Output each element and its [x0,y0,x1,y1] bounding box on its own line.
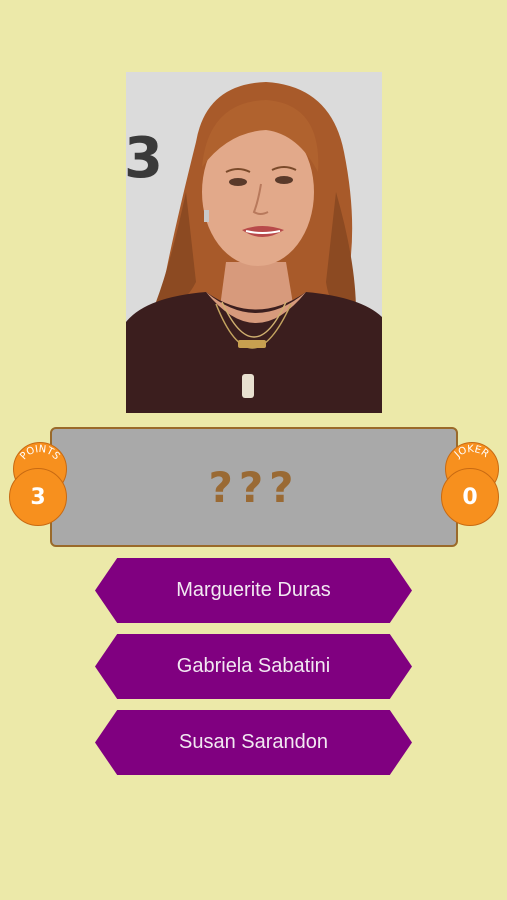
answer-button[interactable]: Gabriela Sabatini [95,634,412,699]
svg-text:3: 3 [126,126,163,191]
points-value: 3 [9,468,67,526]
question-panel: ??? [50,427,458,547]
mystery-text: ??? [208,462,300,512]
celebrity-photo: 3 [126,72,382,413]
svg-text:JOKER: JOKER [452,444,491,461]
answer-button[interactable]: Susan Sarandon [95,710,412,775]
points-label: POINTS [18,444,61,462]
svg-text:POINTS: POINTS [18,444,61,462]
joker-label: JOKER [452,444,491,461]
answer-button[interactable]: Marguerite Duras [95,558,412,623]
joker-value[interactable]: 0 [441,468,499,526]
